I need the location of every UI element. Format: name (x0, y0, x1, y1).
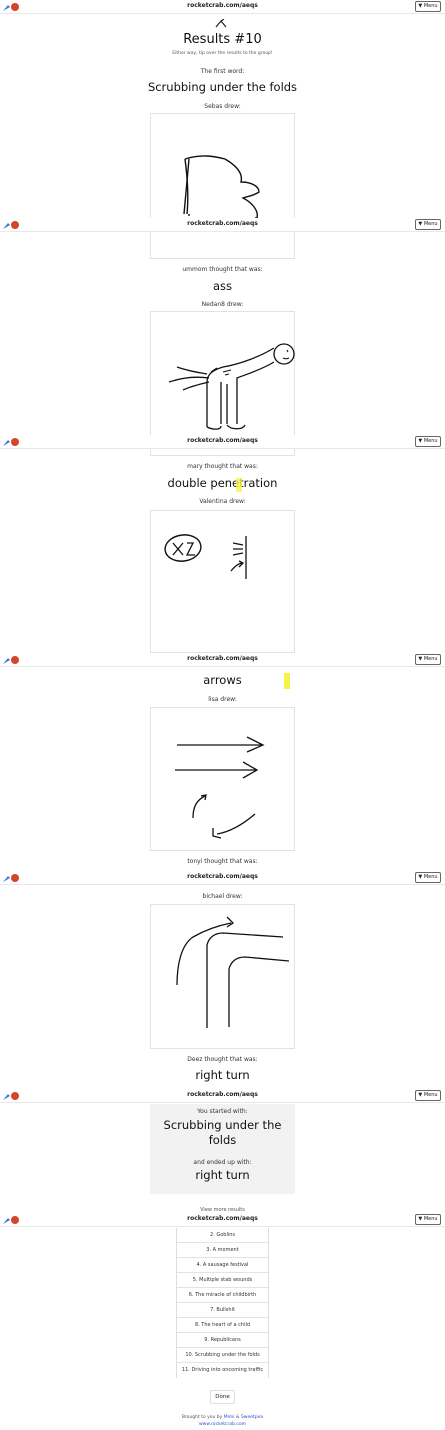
top-bar: rocketcrab.com/aeqs ▼ Menu (0, 435, 445, 449)
drew-label: lisa drew: (208, 696, 237, 703)
drawing-card (150, 113, 295, 259)
game-icon (215, 19, 227, 28)
cursor-highlight (284, 673, 290, 689)
list-item[interactable]: 3. A moment (177, 1243, 268, 1258)
top-bar: rocketcrab.com/aeqs ▼ Menu (0, 871, 445, 885)
site-url: rocketcrab.com/aeqs (187, 220, 258, 227)
first-word-label: The first word: (200, 68, 245, 75)
footer-site: www.rocketcrab.com (0, 1422, 445, 1427)
menu-button[interactable]: ▼ Menu (415, 654, 441, 665)
results-list: 2. Goblins 3. A moment 4. A sausage fest… (176, 1228, 269, 1378)
drawing-sketch (183, 155, 260, 219)
top-bar: rocketcrab.com/aeqs ▼ Menu (0, 0, 445, 14)
list-item[interactable]: 10. Scrubbing under the folds (177, 1348, 268, 1363)
site-url: rocketcrab.com/aeqs (187, 437, 258, 444)
site-url: rocketcrab.com/aeqs (187, 1215, 258, 1222)
menu-button[interactable]: ▼ Menu (415, 872, 441, 883)
end-phrase: right turn (195, 1168, 250, 1182)
thought-label: mary thought that was: (187, 463, 258, 470)
drawing-sketch (175, 736, 265, 839)
list-item[interactable]: 11. Driving into oncoming traffic (177, 1363, 268, 1378)
drawing-card (150, 510, 295, 653)
list-item[interactable]: 6. The miracle of childbirth (177, 1288, 268, 1303)
drew-label: Nedan8 drew: (201, 301, 244, 308)
footer-link-mimi[interactable]: Mimi (224, 1415, 235, 1420)
top-bar: rocketcrab.com/aeqs ▼ Menu (0, 218, 445, 232)
thought-label: tonyi thought that was: (187, 858, 258, 865)
list-item[interactable]: 8. The heart of a child (177, 1318, 268, 1333)
menu-button[interactable]: ▼ Menu (415, 436, 441, 447)
menu-button[interactable]: ▼ Menu (415, 1214, 441, 1225)
site-url: rocketcrab.com/aeqs (187, 1091, 258, 1098)
page-title: Results #10 (183, 32, 262, 47)
site-url: rocketcrab.com/aeqs (187, 655, 258, 662)
started-label: You started with: (197, 1108, 248, 1115)
guess-phrase: right turn (195, 1068, 250, 1082)
drew-label: Valentina drew: (199, 498, 246, 505)
drew-label: bichael drew: (202, 893, 243, 900)
thought-label: Deez thought that was: (187, 1056, 258, 1063)
drawing-sketch (164, 534, 247, 579)
footer-amp: & (235, 1415, 240, 1420)
site-url: rocketcrab.com/aeqs (187, 2, 258, 9)
top-bar: rocketcrab.com/aeqs ▼ Menu (0, 1089, 445, 1103)
cursor-highlight (236, 478, 242, 492)
list-item[interactable]: 2. Goblins (177, 1228, 268, 1243)
page-subtitle: Either way, tip over the results to the … (172, 51, 273, 56)
guess-phrase: arrows (203, 673, 242, 687)
drew-label: Sebas drew: (204, 103, 241, 110)
footer-prefix: Brought to you by (181, 1415, 223, 1420)
guess-phrase: double penetration (167, 476, 278, 490)
drawing-card (150, 707, 295, 851)
guess-phrase: ass (212, 279, 233, 293)
drawing-card (150, 904, 295, 1049)
done-button[interactable]: Done (210, 1390, 235, 1404)
list-item[interactable]: 9. Republicans (177, 1333, 268, 1348)
summary-card: You started with: Scrubbing under the fo… (150, 1104, 295, 1194)
site-url: rocketcrab.com/aeqs (187, 873, 258, 880)
list-item[interactable]: 5. Multiple stab wounds (177, 1273, 268, 1288)
menu-button[interactable]: ▼ Menu (415, 1090, 441, 1101)
ended-label: and ended up with: (193, 1159, 252, 1166)
first-word-phrase: Scrubbing under the folds (147, 80, 298, 94)
drawing-sketch (176, 916, 290, 1028)
footer-site-link[interactable]: www.rocketcrab.com (199, 1422, 246, 1427)
menu-button[interactable]: ▼ Menu (415, 219, 441, 230)
list-item[interactable]: 4. A sausage festival (177, 1258, 268, 1273)
menu-button[interactable]: ▼ Menu (415, 1, 441, 12)
footer-link-sweetpea[interactable]: Sweetpea (241, 1415, 263, 1420)
top-bar: rocketcrab.com/aeqs ▼ Menu (0, 653, 445, 667)
start-phrase: Scrubbing under the folds (163, 1118, 282, 1147)
list-item[interactable]: 7. Bullshit (177, 1303, 268, 1318)
thought-label: ummom thought that was: (182, 266, 263, 273)
top-bar: rocketcrab.com/aeqs ▼ Menu (0, 1213, 445, 1227)
footer-credits: Brought to you by Mimi & Sweetpea (0, 1415, 445, 1420)
